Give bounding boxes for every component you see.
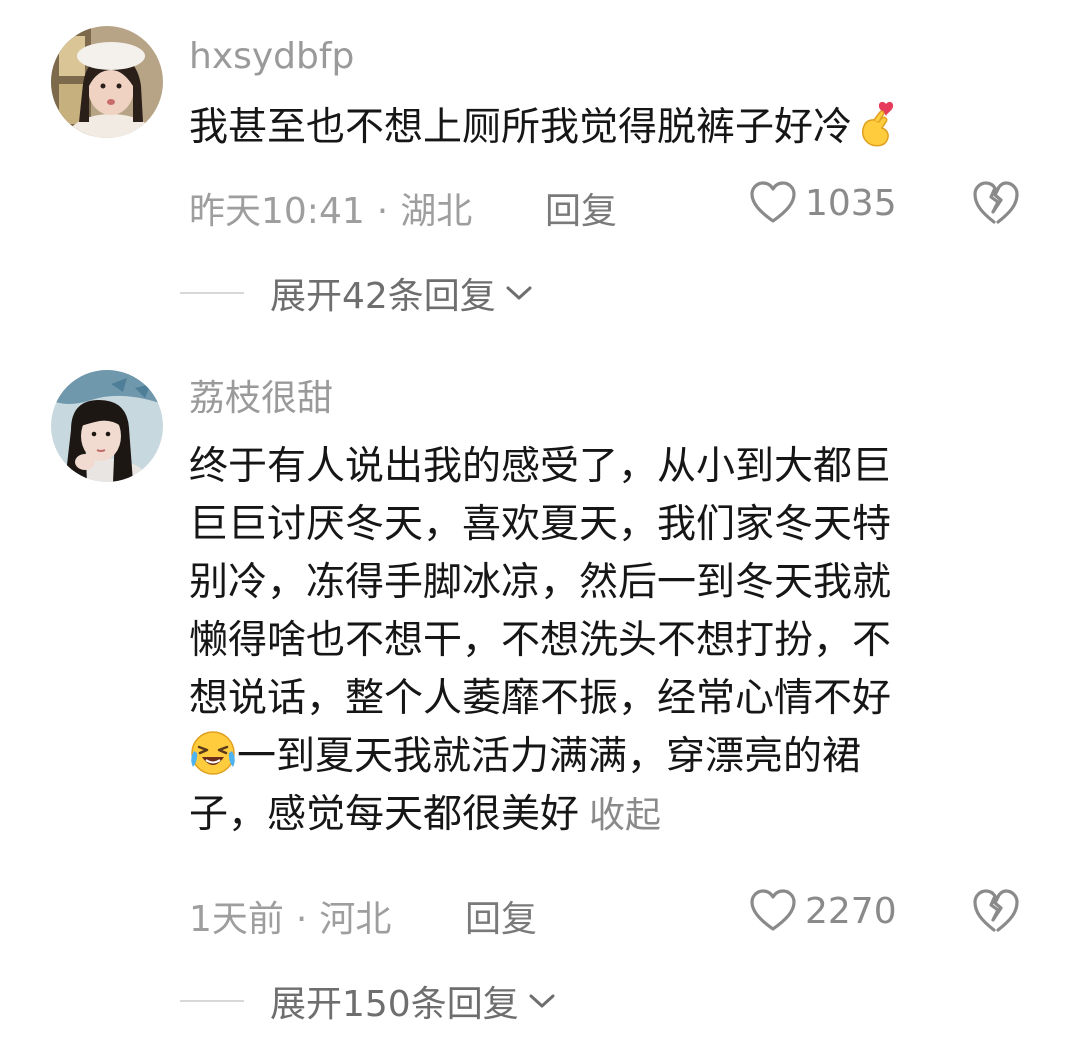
location: 湖北: [400, 191, 473, 232]
separator-dot: ·: [295, 899, 308, 940]
location: 河北: [319, 899, 392, 940]
collapse-text-button[interactable]: 收起: [589, 795, 661, 836]
like-count: 1035: [805, 182, 897, 224]
finger-heart-emoji: [852, 100, 900, 148]
comment-meta: 1天前 · 河北 回复 2270: [189, 886, 1040, 940]
comment-text: 终于有人说出我的感受了，从小到大都巨 巨巨讨厌冬天，喜欢夏天，我们家冬天特 别冷…: [189, 438, 1019, 845]
expand-replies-button[interactable]: 展开150条回复: [180, 976, 557, 1026]
user-avatar-photo: [51, 26, 163, 138]
timestamp: 昨天10:41: [189, 191, 365, 232]
heart-outline-icon: [750, 889, 796, 931]
comment-text-line: 别冷，冻得手脚冰凉，然后一到冬天我就: [189, 560, 892, 605]
comment-text-line: 想说话，整个人萎靡不振，经常心情不好: [189, 676, 892, 721]
expand-replies-button[interactable]: 展开42条回复: [180, 268, 534, 318]
comment-text-line-with-emoji: 一到夏天我就活力满满，穿漂亮的裙: [189, 728, 1019, 786]
expand-replies-label: 展开42条回复: [270, 276, 496, 317]
comment-text-content: 我甚至也不想上厕所我觉得脱裤子好冷: [189, 105, 853, 150]
user-avatar-photo: [51, 370, 163, 482]
divider-line: [180, 292, 244, 294]
like-count: 2270: [805, 890, 897, 932]
comment-meta: 昨天10:41 · 湖北 回复 1035: [189, 178, 1040, 232]
username[interactable]: 荔枝很甜: [189, 377, 333, 421]
timestamp-location: 昨天10:41 · 湖北: [189, 182, 472, 234]
avatar[interactable]: [51, 26, 163, 138]
like-button[interactable]: 1035: [749, 178, 897, 228]
comment-text-line: 巨巨讨厌冬天，喜欢夏天，我们家冬天特: [189, 502, 892, 547]
broken-heart-icon: [973, 889, 1019, 932]
dislike-button[interactable]: [972, 888, 1020, 934]
divider-line: [180, 1000, 244, 1002]
comment-text-line-last: 子，感觉每天都很美好 收起: [189, 786, 1019, 845]
dislike-button[interactable]: [972, 180, 1020, 226]
reply-button[interactable]: 回复: [465, 890, 537, 942]
reply-button[interactable]: 回复: [545, 182, 617, 234]
timestamp-location: 1天前 · 河北: [189, 890, 391, 942]
comment-text-line: 懒得啥也不想干，不想洗头不想打扮，不: [189, 618, 892, 663]
heart-outline-icon: [750, 181, 796, 223]
avatar[interactable]: [51, 370, 163, 482]
chevron-down-icon: [506, 286, 532, 300]
separator-dot: ·: [376, 191, 389, 232]
comment-text: 我甚至也不想上厕所我觉得脱裤子好冷: [189, 99, 1019, 157]
chevron-down-icon: [529, 994, 555, 1008]
comment-item: hxsydbfp 我甚至也不想上厕所我觉得脱裤子好冷 昨天10:41 · 湖北 回复…: [0, 0, 1080, 340]
username[interactable]: hxsydbfp: [189, 35, 354, 79]
comment-text-content: 子，感觉每天都很美好: [189, 792, 580, 837]
expand-replies-label: 展开150条回复: [270, 984, 519, 1025]
laughing-crying-emoji: [189, 729, 237, 777]
comment-text-content: 一到夏天我就活力满满，穿漂亮的裙: [237, 734, 862, 779]
like-button[interactable]: 2270: [749, 886, 897, 936]
timestamp: 1天前: [189, 899, 284, 940]
broken-heart-icon: [973, 181, 1019, 224]
comment-text-line: 终于有人说出我的感受了，从小到大都巨: [189, 444, 892, 489]
comment-item: 荔枝很甜 终于有人说出我的感受了，从小到大都巨 巨巨讨厌冬天，喜欢夏天，我们家冬…: [0, 340, 1080, 1038]
